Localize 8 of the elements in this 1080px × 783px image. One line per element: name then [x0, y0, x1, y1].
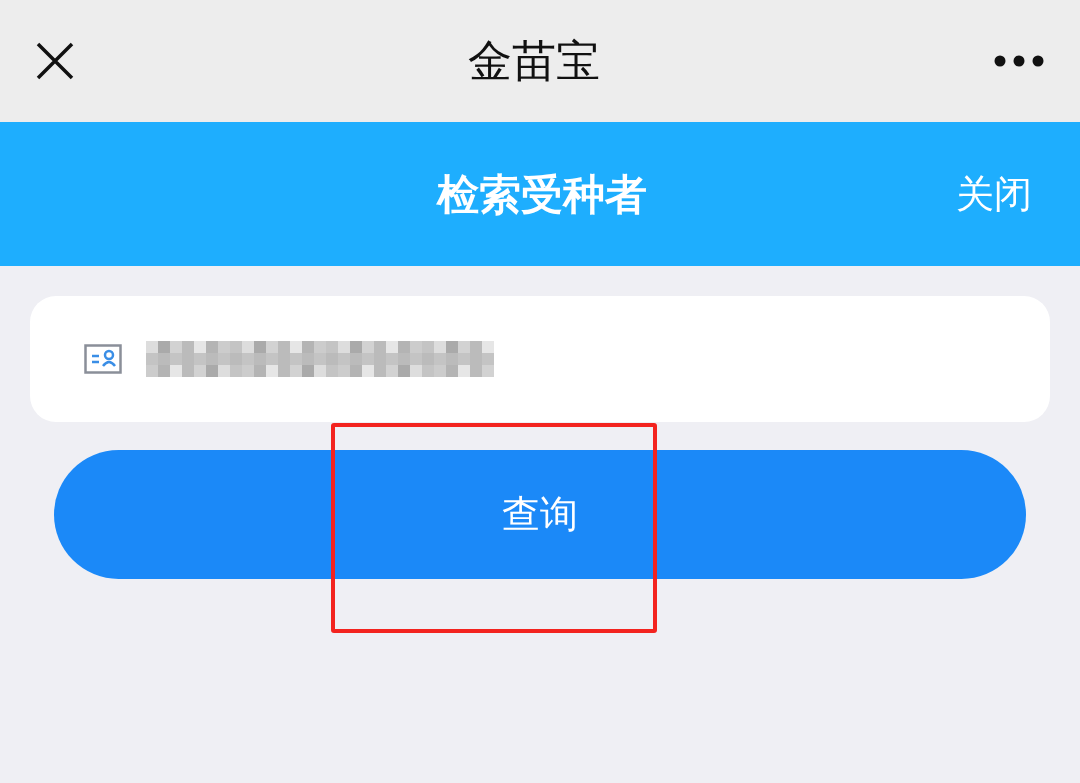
query-button[interactable]: 查询 — [54, 450, 1026, 579]
close-icon[interactable] — [36, 42, 74, 80]
more-icon[interactable] — [994, 55, 1044, 67]
id-card-icon — [84, 344, 122, 374]
window-title: 金苗宝 — [468, 34, 600, 88]
header-title: 检索受种者 — [437, 168, 647, 221]
close-link[interactable]: 关闭 — [956, 165, 1032, 223]
search-field[interactable] — [30, 296, 1050, 422]
